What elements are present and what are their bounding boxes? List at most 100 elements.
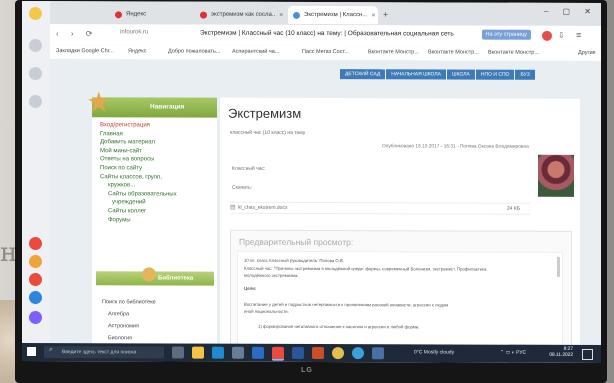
article-title: Экстремизм <box>228 105 302 121</box>
nav-buttons[interactable]: ‹ › ⟳ <box>56 29 97 38</box>
bookmark-item[interactable]: Аспирантский ча... <box>232 49 279 55</box>
powerpoint-icon[interactable] <box>312 347 324 360</box>
music-icon[interactable] <box>29 255 42 269</box>
menu-icon[interactable]: ≡ <box>576 30 581 40</box>
library-item[interactable]: Поиск по библиотеке <box>102 296 156 308</box>
chrome-icon[interactable] <box>332 347 344 360</box>
topnav-school[interactable]: ШКОЛА <box>447 69 475 80</box>
explorer-icon[interactable] <box>192 346 204 359</box>
menu-item-colleagues[interactable]: Сайты коллег <box>100 207 215 216</box>
taskbar: Введите здесь текст для поиска ⌕ 0°C Mos… <box>22 342 601 364</box>
class-hour-label: Классный час: <box>232 165 266 172</box>
download-label: Скачать: <box>232 184 253 191</box>
article-meta: Опубликовано 16.10.2017 - 16:31 - Попова… <box>382 144 529 150</box>
menu-item-class-sites-cont[interactable]: кружков... <box>100 181 215 190</box>
new-tab-button[interactable]: + <box>383 9 388 19</box>
menu-item-edu-sites-cont[interactable]: учреждений <box>100 199 215 208</box>
bookmark-item[interactable]: Вконтакте Монстр... <box>368 49 419 55</box>
topnav-primary[interactable]: НАЧАЛЬНАЯ ШКОЛА <box>386 69 446 80</box>
menu-item-add[interactable]: Добавить материал <box>100 138 215 147</box>
clock-date: 08.11.2022 <box>549 352 573 358</box>
tab-label: Экстремизм | Классн... <box>304 11 368 19</box>
library-title: Библиотека <box>158 275 194 282</box>
downloads-toolbar-icon[interactable]: ⇩ <box>558 31 565 40</box>
search-favicon-icon <box>200 11 207 19</box>
url-field[interactable]: infourok.ru <box>120 29 148 35</box>
bookmark-item[interactable]: Добро пожаловать... <box>168 48 220 54</box>
word-icon[interactable] <box>292 346 304 359</box>
bookmark-item[interactable]: Вконтакте Монстр... <box>428 49 479 55</box>
history-icon[interactable] <box>29 67 42 81</box>
menu-item-forums[interactable]: Форумы <box>100 216 215 225</box>
photos-icon[interactable] <box>372 347 384 360</box>
menu-item-class-sites[interactable]: Сайты классов, групп, <box>100 173 215 182</box>
yandex-icon[interactable] <box>29 7 42 21</box>
doc-line: молодёжного экстремизма. <box>244 272 299 278</box>
article-subtitle: классный час (10 класс) на тему <box>230 129 306 136</box>
file-name[interactable]: kl_chas_ekstrem.docx <box>238 205 287 211</box>
document-preview: Предварительный просмотр: 10 кл. класс К… <box>230 229 572 346</box>
menu-item-login[interactable]: Вход/регистрация <box>100 121 215 130</box>
doc-line: иной национальности. <box>244 308 289 314</box>
task-view-icon[interactable] <box>172 346 184 359</box>
file-size: 24 КБ <box>506 205 520 212</box>
system-tray[interactable]: ⌃ ▭ ◐ РУС <box>500 350 526 356</box>
weather-widget[interactable]: 0°C Mostly cloudy <box>414 349 454 355</box>
windows-start-icon[interactable] <box>27 347 36 357</box>
telegram-icon[interactable] <box>352 347 364 360</box>
author-photo[interactable] <box>538 154 574 197</box>
library-item[interactable]: Астрономия <box>102 320 156 332</box>
close-tab-icon[interactable]: × <box>371 12 375 19</box>
bookmark-item[interactable]: Яндекс <box>128 48 147 54</box>
topnav-npo[interactable]: НПО И СПО <box>475 69 515 80</box>
taskbar-search[interactable]: Введите здесь текст для поиска <box>44 346 164 359</box>
library-item[interactable]: Алгебра <box>102 308 156 320</box>
downloads-icon[interactable] <box>29 95 42 109</box>
page-title-in-omnibox[interactable]: Экстремизм | Классный час (10 класс) на … <box>200 30 454 38</box>
attachment-row[interactable]: ▤ kl_chas_ekstrem.docx 24 КБ <box>230 201 530 215</box>
edge-icon[interactable] <box>212 346 224 359</box>
mail-icon[interactable] <box>29 273 42 287</box>
tab-active[interactable]: Экстремизм | Классн... × <box>288 5 378 25</box>
bookmarks-other[interactable]: Другие <box>578 50 596 56</box>
toolbar-icons[interactable]: ⇩ ≡ <box>540 30 595 42</box>
language-indicator[interactable]: РУС <box>516 350 526 356</box>
bookmark-item[interactable]: Закладки Google Chr... <box>56 48 114 54</box>
tab-yandex[interactable]: Яндекс <box>110 5 192 23</box>
topnav-kindergarten[interactable]: ДЕТСКИЙ САД <box>340 69 386 80</box>
doc-line: Классный час: "Причины экстремизма в мол… <box>244 265 487 272</box>
search-icon: ⌕ <box>49 346 53 354</box>
yandex-favicon-icon <box>115 10 122 18</box>
alice-icon[interactable] <box>29 311 42 325</box>
clock[interactable]: 8:27 08.11.2022 <box>549 347 573 359</box>
menu-item-answers[interactable]: Ответы на вопросы <box>100 156 215 165</box>
library-icon <box>142 267 156 282</box>
left-column: ★ Навигация Вход/регистрация Главная Доб… <box>88 89 217 346</box>
tab-search[interactable]: экстремизм как сосла.. × <box>195 6 287 24</box>
maps-icon[interactable] <box>29 237 42 251</box>
extension-icon[interactable] <box>542 30 552 41</box>
menu-item-search[interactable]: Поиск по сайту <box>100 164 215 173</box>
yandex-browser-icon[interactable] <box>272 346 284 361</box>
notifications-icon[interactable] <box>582 348 593 360</box>
store-icon[interactable] <box>232 346 244 359</box>
doc-line: Цели: <box>244 285 257 291</box>
site-favicon-icon <box>293 11 300 19</box>
doc-scrollbar[interactable] <box>557 256 560 277</box>
window-controls[interactable]: – ▢ ✕ <box>544 7 597 16</box>
close-tab-icon[interactable]: × <box>279 11 283 18</box>
menu-item-minisite[interactable]: Мой мини-сайт <box>100 147 215 156</box>
bookmarks-icon[interactable] <box>29 39 42 53</box>
mail-app-icon[interactable] <box>252 346 264 359</box>
translate-button[interactable]: На эту страницу <box>481 29 531 40</box>
menu-item-edu-sites[interactable]: Сайты образовательных <box>100 190 215 199</box>
topnav-vuz[interactable]: ВУЗ <box>515 69 535 80</box>
tab-label: Яндекс <box>126 11 147 18</box>
tray-icons[interactable]: ⌃ ▭ ◐ <box>500 350 516 356</box>
bookmark-item[interactable]: Пасс Мегаз Сост... <box>302 49 349 55</box>
menu-item-home[interactable]: Главная <box>100 130 215 139</box>
monitor-screen: Яндекс экстремизм как сосла.. × Экстреми… <box>22 0 601 364</box>
preview-document[interactable]: 10 кл. класс Классный руководитель: Попо… <box>237 250 563 346</box>
bookmark-item[interactable]: Вконтакте Монстр... <box>488 50 539 56</box>
messenger-icon[interactable] <box>29 291 42 305</box>
